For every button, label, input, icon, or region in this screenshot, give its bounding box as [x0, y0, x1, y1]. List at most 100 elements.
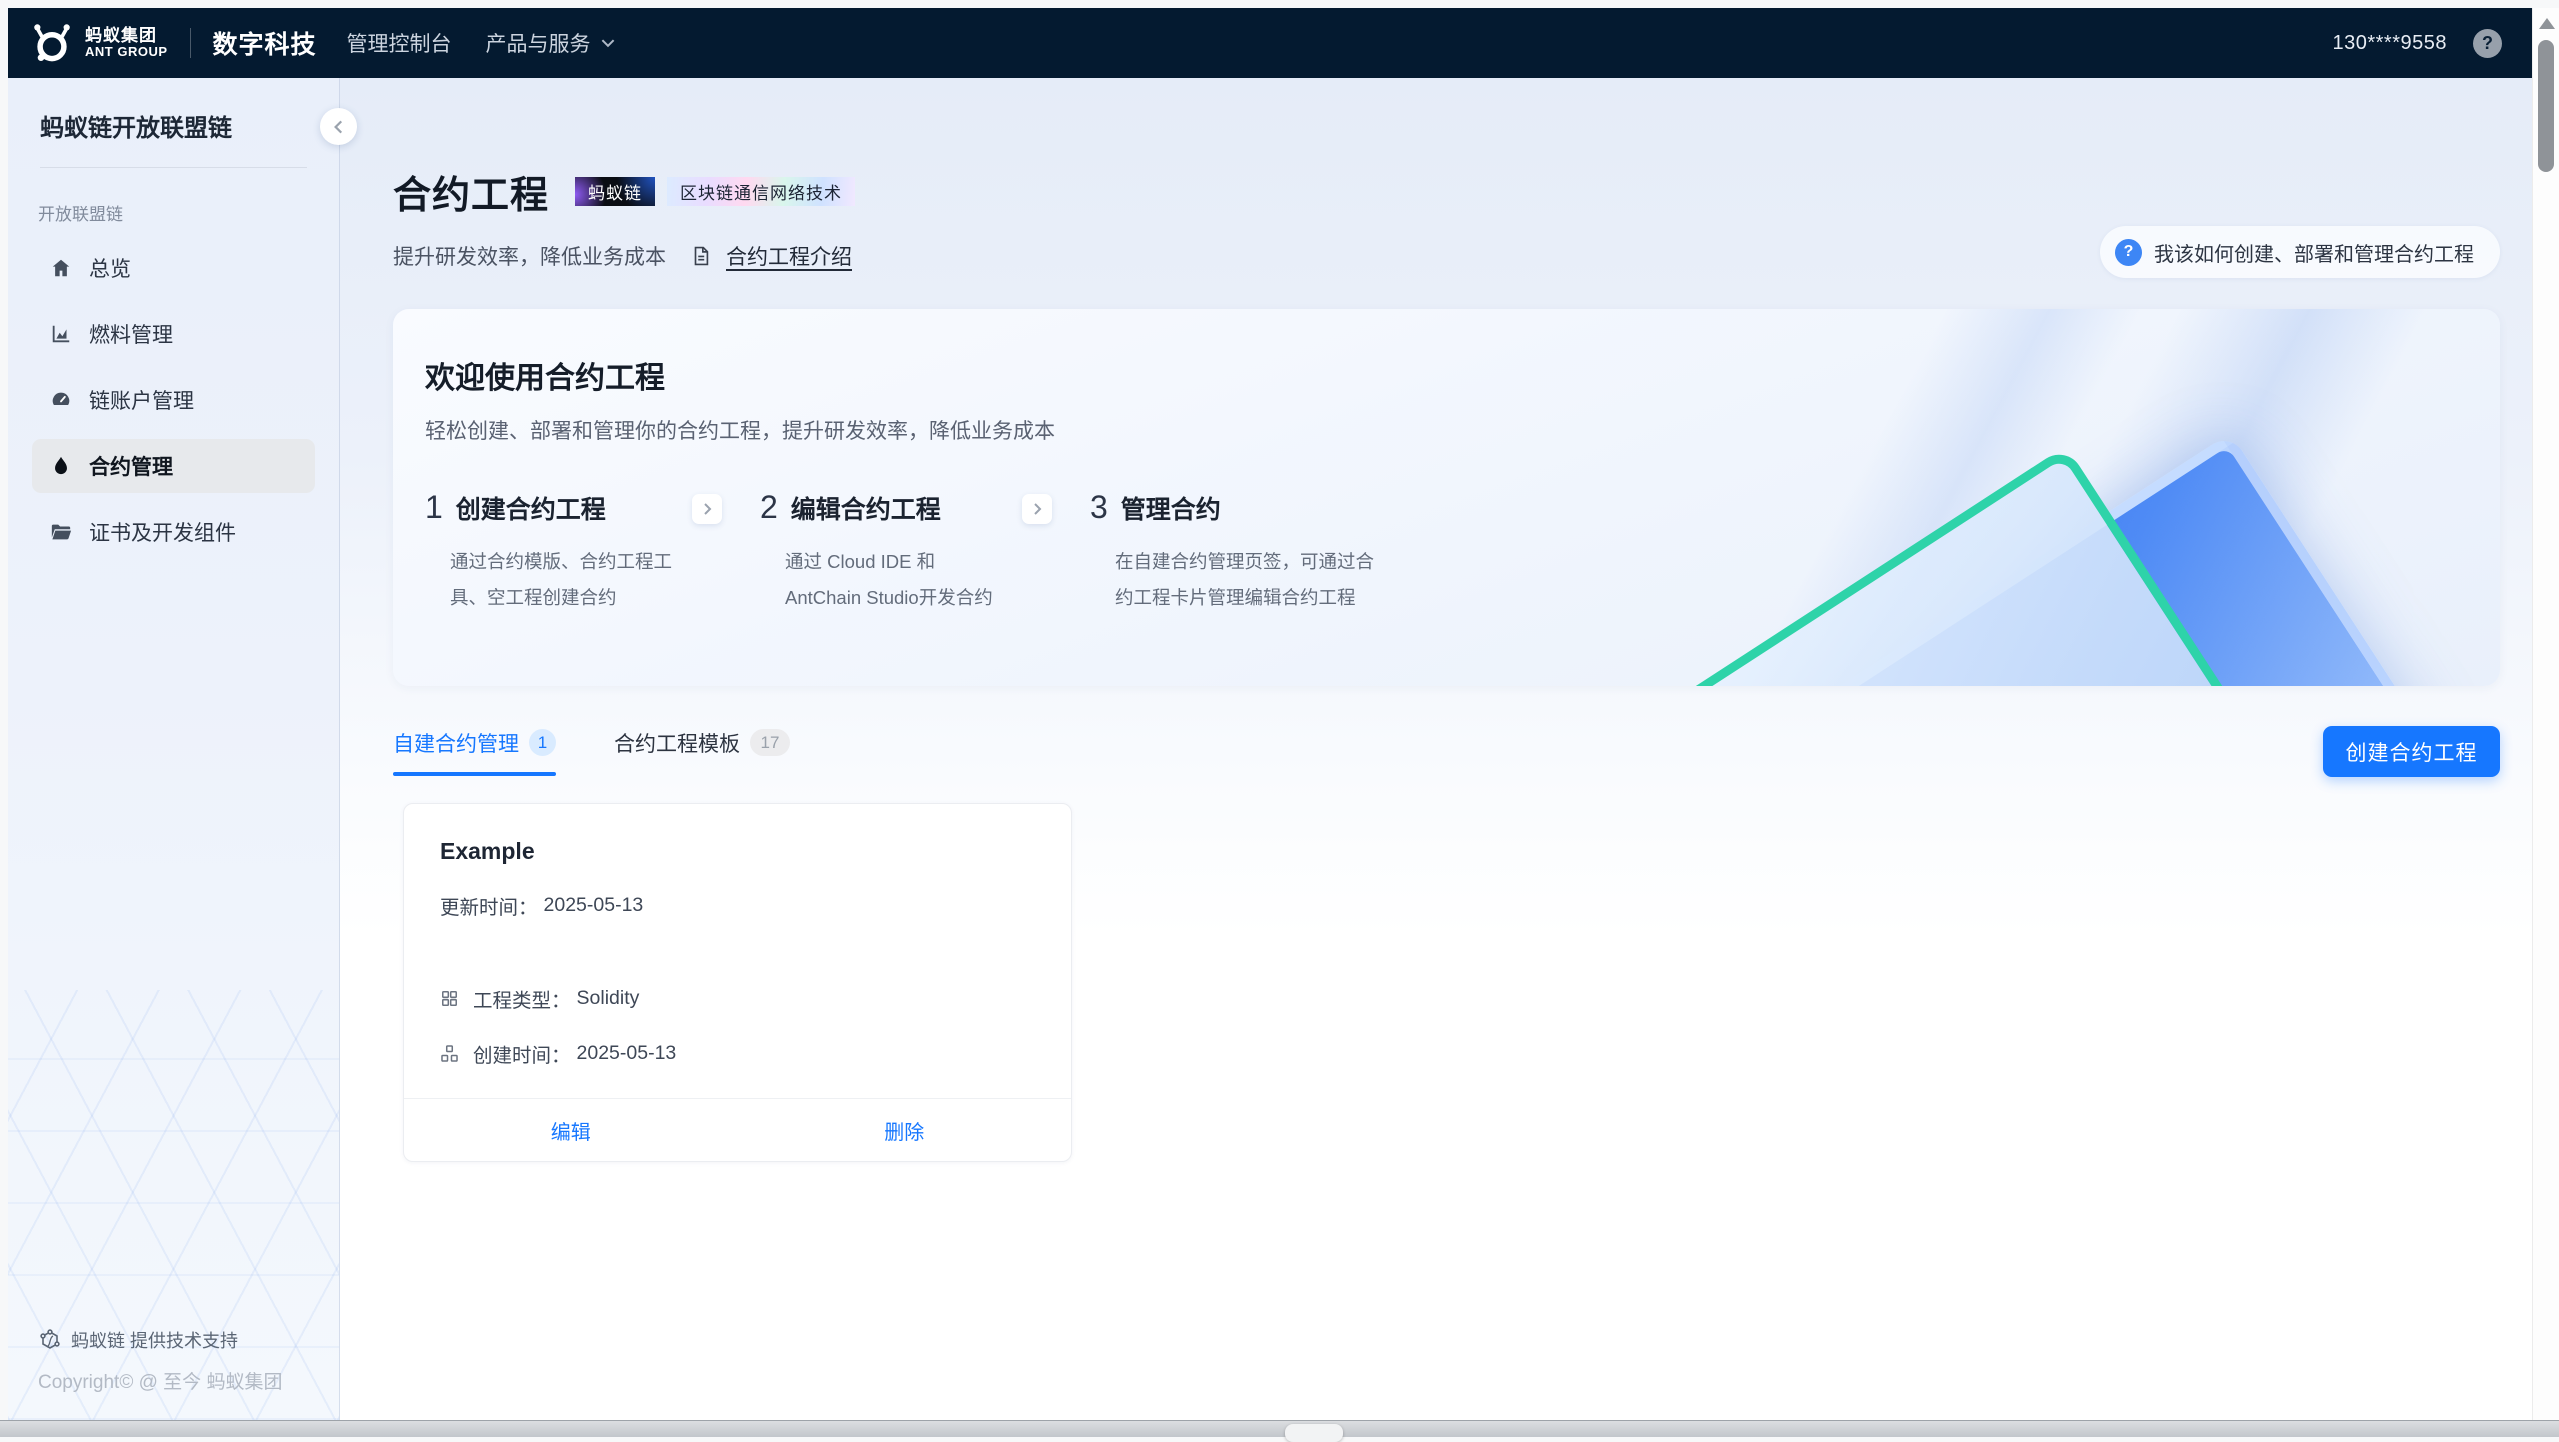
page-title: 合约工程	[393, 164, 549, 219]
step-description: 通过 Cloud IDE 和 AntChain Studio开发合约	[760, 544, 1008, 616]
top-navbar: 蚂蚁集团 ANT GROUP 数字科技 管理控制台 产品与服务 130****9…	[8, 8, 2532, 78]
created-label: 创建时间：	[473, 1039, 571, 1068]
nav-console[interactable]: 管理控制台	[347, 28, 452, 58]
gauge-icon	[50, 389, 72, 411]
navbar-divider	[190, 28, 191, 58]
step-title: 管理合约	[1121, 490, 1221, 526]
content-area: 蚂蚁链开放联盟链 开放联盟链 总览 燃料管理	[8, 78, 2532, 1420]
updated-label: 更新时间：	[440, 891, 538, 920]
logo-line2: ANT GROUP	[85, 45, 168, 60]
sidebar: 蚂蚁链开放联盟链 开放联盟链 总览 燃料管理	[8, 78, 340, 1420]
type-value: Solidity	[577, 987, 640, 1010]
tab-self-built-contracts[interactable]: 自建合约管理 1	[393, 728, 556, 776]
tab-contract-templates[interactable]: 合约工程模板 17	[614, 728, 790, 776]
antgroup-logo-icon	[30, 21, 74, 65]
welcome-subtitle: 轻松创建、部署和管理你的合约工程，提升研发效率，降低业务成本	[425, 415, 2500, 445]
step-number: 2	[760, 489, 778, 526]
contracts-list-header: 自建合约管理 1 合约工程模板 17 创建合约工程	[393, 726, 2500, 777]
step-create: 1 创建合约工程 通过合约模版、合约工程工具、空工程创建合约	[425, 489, 678, 616]
navbar-right: 130****9558 ?	[2333, 29, 2503, 58]
sidebar-item-contracts[interactable]: 合约管理	[32, 439, 315, 493]
vertical-scrollbar[interactable]	[2532, 8, 2559, 1420]
question-icon: ?	[2115, 239, 2142, 266]
copyright-text: Copyright© @ 至今 蚂蚁集团	[38, 1367, 282, 1394]
support-text: 蚂蚁链 提供技术支持	[71, 1327, 238, 1353]
sidebar-title: 蚂蚁链开放联盟链	[8, 78, 339, 143]
tab-label: 自建合约管理	[393, 728, 519, 758]
welcome-banner: 欢迎使用合约工程 轻松创建、部署和管理你的合约工程，提升研发效率，降低业务成本 …	[393, 309, 2500, 686]
tab-label: 合约工程模板	[614, 728, 740, 758]
sidebar-item-chain-accounts[interactable]: 链账户管理	[32, 373, 315, 427]
sidebar-divider	[40, 167, 307, 168]
sidebar-collapse-button[interactable]	[320, 108, 357, 145]
created-value: 2025-05-13	[577, 1042, 677, 1065]
project-card-actions: 编辑 删除	[404, 1098, 1071, 1161]
antchain-logo-icon	[38, 1328, 62, 1352]
bottom-window-edge	[0, 1420, 2559, 1437]
app-window: 蚂蚁集团 ANT GROUP 数字科技 管理控制台 产品与服务 130****9…	[8, 8, 2532, 1420]
badge-antchain: 蚂蚁链	[575, 177, 655, 206]
project-type-row: 工程类型： Solidity	[440, 984, 1035, 1013]
project-updated-row: 更新时间： 2025-05-13	[440, 891, 1035, 920]
chevron-right-icon	[1029, 501, 1045, 517]
page-header: 合约工程 蚂蚁链 区块链通信网络技术	[393, 164, 2500, 219]
support-line: 蚂蚁链 提供技术支持	[38, 1327, 282, 1353]
step-title: 创建合约工程	[456, 490, 606, 526]
flame-icon	[50, 455, 72, 477]
sidebar-item-label: 合约管理	[89, 451, 173, 481]
how-to-help-link[interactable]: ? 我该如何创建、部署和管理合约工程	[2100, 226, 2500, 278]
sidebar-item-fuel[interactable]: 燃料管理	[32, 307, 315, 361]
account-phone[interactable]: 130****9558	[2333, 32, 2448, 55]
page-subtitle: 提升研发效率，降低业务成本	[393, 241, 666, 271]
grid-icon	[440, 989, 459, 1008]
nav-products[interactable]: 产品与服务	[486, 28, 617, 58]
badge-blockchain-tech: 区块链通信网络技术	[667, 177, 855, 206]
help-icon[interactable]: ?	[2473, 29, 2502, 58]
logo-line1: 蚂蚁集团	[85, 26, 168, 46]
sidebar-item-overview[interactable]: 总览	[32, 241, 315, 295]
sidebar-item-certificates[interactable]: 证书及开发组件	[32, 505, 315, 559]
delete-link[interactable]: 删除	[738, 1099, 1072, 1161]
sidebar-item-label: 证书及开发组件	[89, 517, 236, 547]
tab-count-badge: 1	[529, 729, 556, 756]
step-number: 1	[425, 489, 443, 526]
step-arrow-button[interactable]	[692, 494, 722, 524]
project-card: Example 更新时间： 2025-05-13 工程类型： Solidity	[403, 803, 1072, 1162]
sidebar-item-label: 链账户管理	[89, 385, 194, 415]
project-created-row: 创建时间： 2025-05-13	[440, 1039, 1035, 1068]
welcome-steps: 1 创建合约工程 通过合约模版、合约工程工具、空工程创建合约 2 编辑合约工程	[425, 489, 2500, 616]
cluster-icon	[440, 1044, 459, 1063]
chevron-right-icon	[699, 501, 715, 517]
step-edit: 2 编辑合约工程 通过 Cloud IDE 和 AntChain Studio开…	[760, 489, 1008, 616]
document-icon	[690, 245, 712, 267]
nav-console-label: 管理控制台	[347, 28, 452, 58]
brand-title[interactable]: 数字科技	[213, 25, 317, 61]
step-arrow-button[interactable]	[1022, 494, 1052, 524]
step-number: 3	[1090, 489, 1108, 526]
step-title: 编辑合约工程	[791, 490, 941, 526]
chart-icon	[50, 323, 72, 345]
tabs: 自建合约管理 1 合约工程模板 17	[393, 728, 790, 776]
scrollbar-thumb[interactable]	[2538, 40, 2554, 172]
create-contract-project-button[interactable]: 创建合约工程	[2323, 726, 2500, 777]
antgroup-logo[interactable]: 蚂蚁集团 ANT GROUP	[30, 21, 168, 65]
sidebar-menu: 总览 燃料管理 链账户管理 合约管理	[8, 241, 339, 559]
bottom-scroll-handle[interactable]	[1285, 1424, 1343, 1442]
tab-count-badge: 17	[750, 729, 790, 756]
chevron-left-icon	[330, 118, 348, 136]
step-description: 通过合约模版、合约工程工具、空工程创建合约	[425, 544, 678, 616]
antgroup-logo-text: 蚂蚁集团 ANT GROUP	[85, 26, 168, 60]
home-icon	[50, 257, 72, 279]
welcome-title: 欢迎使用合约工程	[393, 309, 2500, 397]
sidebar-item-label: 总览	[89, 253, 131, 283]
sidebar-section-label: 开放联盟链	[38, 200, 339, 225]
folder-icon	[50, 521, 72, 543]
main-panel: 合约工程 蚂蚁链 区块链通信网络技术 提升研发效率，降低业务成本 合约工程介绍 …	[340, 78, 2532, 1420]
scrollbar-up-arrow-icon[interactable]	[2539, 18, 2555, 29]
step-description: 在自建合约管理页签，可通过合约工程卡片管理编辑合约工程	[1090, 544, 1390, 616]
intro-link[interactable]: 合约工程介绍	[726, 241, 852, 271]
updated-value: 2025-05-13	[544, 894, 644, 917]
sidebar-footer: 蚂蚁链 提供技术支持 Copyright© @ 至今 蚂蚁集团	[38, 1327, 282, 1394]
edit-link[interactable]: 编辑	[404, 1099, 738, 1161]
sidebar-item-label: 燃料管理	[89, 319, 173, 349]
